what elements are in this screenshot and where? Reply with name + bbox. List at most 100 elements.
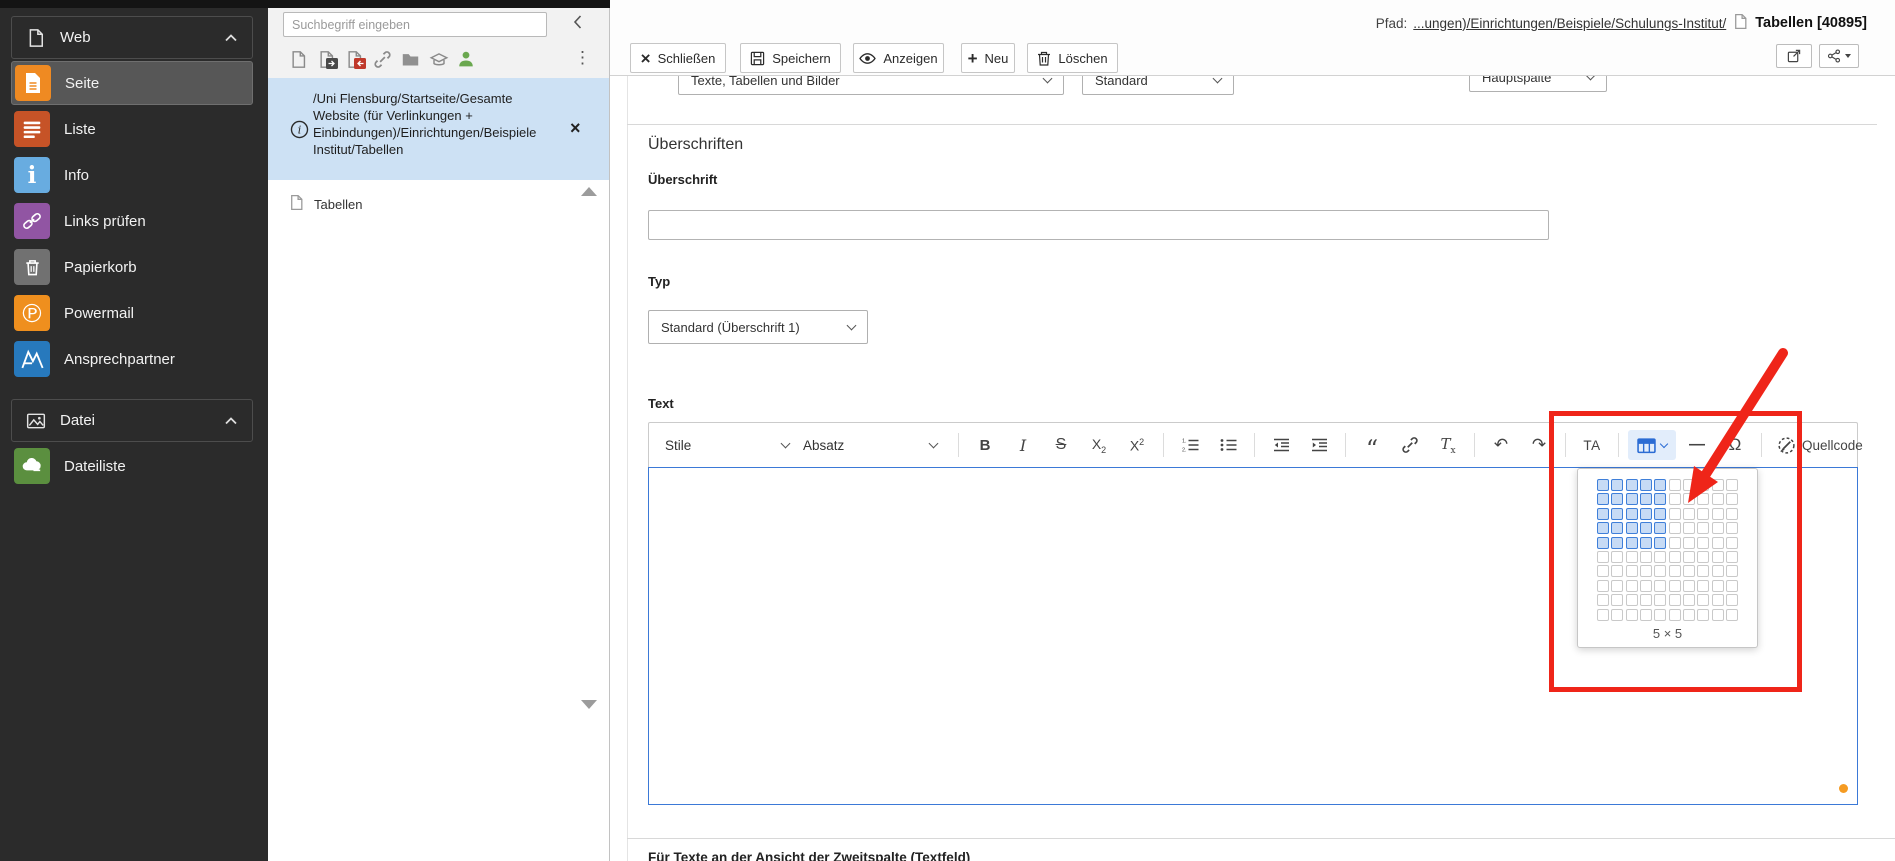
sidebar-item-liste[interactable]: Liste <box>11 107 253 151</box>
content-type-select[interactable]: Texte, Tabellen und Bilder <box>678 76 1064 95</box>
table-grid-cell[interactable] <box>1697 551 1709 563</box>
styles-dropdown[interactable]: Stile <box>665 438 789 453</box>
kebab-menu-icon[interactable]: ⋮ <box>574 48 591 68</box>
table-grid-cell[interactable] <box>1712 580 1724 592</box>
sidebar-item-papierkorb[interactable]: Papierkorb <box>11 245 253 289</box>
redo-button[interactable]: ↷ <box>1522 430 1556 460</box>
tree-scroll-down[interactable] <box>581 700 597 709</box>
new-button[interactable]: +Neu <box>961 43 1015 73</box>
table-grid-cell[interactable] <box>1597 508 1609 520</box>
table-grid-cell[interactable] <box>1597 522 1609 534</box>
layout-select[interactable]: Standard <box>1082 76 1234 95</box>
sidebar-item-seite[interactable]: Seite <box>11 61 253 105</box>
page-import-icon[interactable] <box>345 50 366 70</box>
table-grid-cell[interactable] <box>1626 565 1638 577</box>
table-grid-cell[interactable] <box>1626 580 1638 592</box>
table-grid-cell[interactable] <box>1626 551 1638 563</box>
table-grid-cell[interactable] <box>1726 479 1738 491</box>
undo-button[interactable]: ↶ <box>1484 430 1518 460</box>
table-grid-cell[interactable] <box>1697 609 1709 621</box>
table-grid-cell[interactable] <box>1654 479 1666 491</box>
table-grid-cell[interactable] <box>1626 479 1638 491</box>
bulleted-list-button[interactable] <box>1211 430 1245 460</box>
superscript-button[interactable]: X2 <box>1120 430 1154 460</box>
table-grid-cell[interactable] <box>1640 508 1652 520</box>
table-grid-cell[interactable] <box>1683 493 1695 505</box>
table-grid-cell[interactable] <box>1726 508 1738 520</box>
table-grid-cell[interactable] <box>1683 508 1695 520</box>
table-grid-cell[interactable] <box>1597 551 1609 563</box>
table-grid-cell[interactable] <box>1611 508 1623 520</box>
table-grid-cell[interactable] <box>1611 565 1623 577</box>
table-grid-cell[interactable] <box>1697 522 1709 534</box>
path-link[interactable]: ...ungen)/Einrichtungen/Beispiele/Schulu… <box>1413 16 1726 31</box>
table-grid-cell[interactable] <box>1626 508 1638 520</box>
table-grid-cell[interactable] <box>1640 493 1652 505</box>
table-grid-cell[interactable] <box>1697 479 1709 491</box>
sidebar-item-powermail[interactable]: ℗Powermail <box>11 291 253 335</box>
tree-info-node[interactable]: i /Uni Flensburg/Startseite/Gesamte Webs… <box>268 78 609 180</box>
table-grid-cell[interactable] <box>1611 551 1623 563</box>
table-grid-cell[interactable] <box>1611 522 1623 534</box>
tree-scroll-up[interactable] <box>581 187 597 196</box>
table-grid-cell[interactable] <box>1654 551 1666 563</box>
tree-search-input[interactable] <box>283 12 547 37</box>
save-button[interactable]: Speichern <box>740 43 841 73</box>
sidebar-item-links-pruefen[interactable]: Links prüfen <box>11 199 253 243</box>
horizontal-line-button[interactable]: — <box>1680 430 1714 460</box>
table-grid-cell[interactable] <box>1640 594 1652 606</box>
special-char-button[interactable]: Ω <box>1718 430 1752 460</box>
link-button[interactable] <box>1393 430 1427 460</box>
collapse-tree-icon[interactable] <box>572 14 583 35</box>
table-grid-cell[interactable] <box>1669 537 1681 549</box>
table-grid-cell[interactable] <box>1626 493 1638 505</box>
table-grid-cell[interactable] <box>1697 594 1709 606</box>
bold-button[interactable]: B <box>968 430 1002 460</box>
new-page-icon[interactable] <box>289 50 308 69</box>
table-grid-cell[interactable] <box>1640 522 1652 534</box>
table-grid-cell[interactable] <box>1640 580 1652 592</box>
table-grid-cell[interactable] <box>1640 565 1652 577</box>
table-grid-cell[interactable] <box>1683 537 1695 549</box>
table-grid-cell[interactable] <box>1654 609 1666 621</box>
table-grid-cell[interactable] <box>1712 537 1724 549</box>
delete-button[interactable]: Löschen <box>1027 43 1118 73</box>
table-grid-cell[interactable] <box>1712 522 1724 534</box>
page-move-icon[interactable] <box>317 50 338 70</box>
table-grid-cell[interactable] <box>1669 580 1681 592</box>
view-button[interactable]: Anzeigen <box>853 43 944 73</box>
table-grid-cell[interactable] <box>1654 580 1666 592</box>
strikethrough-button[interactable]: S <box>1044 430 1078 460</box>
table-grid-cell[interactable] <box>1683 551 1695 563</box>
italic-button[interactable]: I <box>1006 430 1040 460</box>
table-grid-cell[interactable] <box>1726 609 1738 621</box>
menu-group-datei[interactable]: Datei <box>11 399 253 442</box>
close-button[interactable]: ×Schließen <box>630 43 726 73</box>
table-grid-cell[interactable] <box>1683 580 1695 592</box>
table-grid-cell[interactable] <box>1712 551 1724 563</box>
table-grid-cell[interactable] <box>1626 594 1638 606</box>
outdent-button[interactable] <box>1264 430 1298 460</box>
column-select[interactable]: Hauptspalte <box>1469 76 1607 92</box>
table-grid-cell[interactable] <box>1726 580 1738 592</box>
table-grid-cell[interactable] <box>1669 493 1681 505</box>
table-grid-cell[interactable] <box>1697 565 1709 577</box>
table-grid-cell[interactable] <box>1669 522 1681 534</box>
table-grid-cell[interactable] <box>1683 565 1695 577</box>
close-icon[interactable]: × <box>570 118 581 139</box>
source-code-button[interactable]: Quellcode <box>1771 430 1869 460</box>
table-grid-cell[interactable] <box>1683 609 1695 621</box>
insert-table-button[interactable] <box>1628 430 1676 460</box>
table-grid-cell[interactable] <box>1697 493 1709 505</box>
subscript-button[interactable]: X2 <box>1082 430 1116 460</box>
table-grid-cell[interactable] <box>1669 594 1681 606</box>
heading-input[interactable] <box>648 210 1549 240</box>
table-grid-cell[interactable] <box>1669 565 1681 577</box>
table-grid-cell[interactable] <box>1697 580 1709 592</box>
table-grid-cell[interactable] <box>1626 537 1638 549</box>
table-grid-cell[interactable] <box>1611 479 1623 491</box>
table-grid-cell[interactable] <box>1726 522 1738 534</box>
open-new-window-button[interactable] <box>1776 44 1812 68</box>
table-grid-cell[interactable] <box>1597 580 1609 592</box>
table-grid-cell[interactable] <box>1654 537 1666 549</box>
